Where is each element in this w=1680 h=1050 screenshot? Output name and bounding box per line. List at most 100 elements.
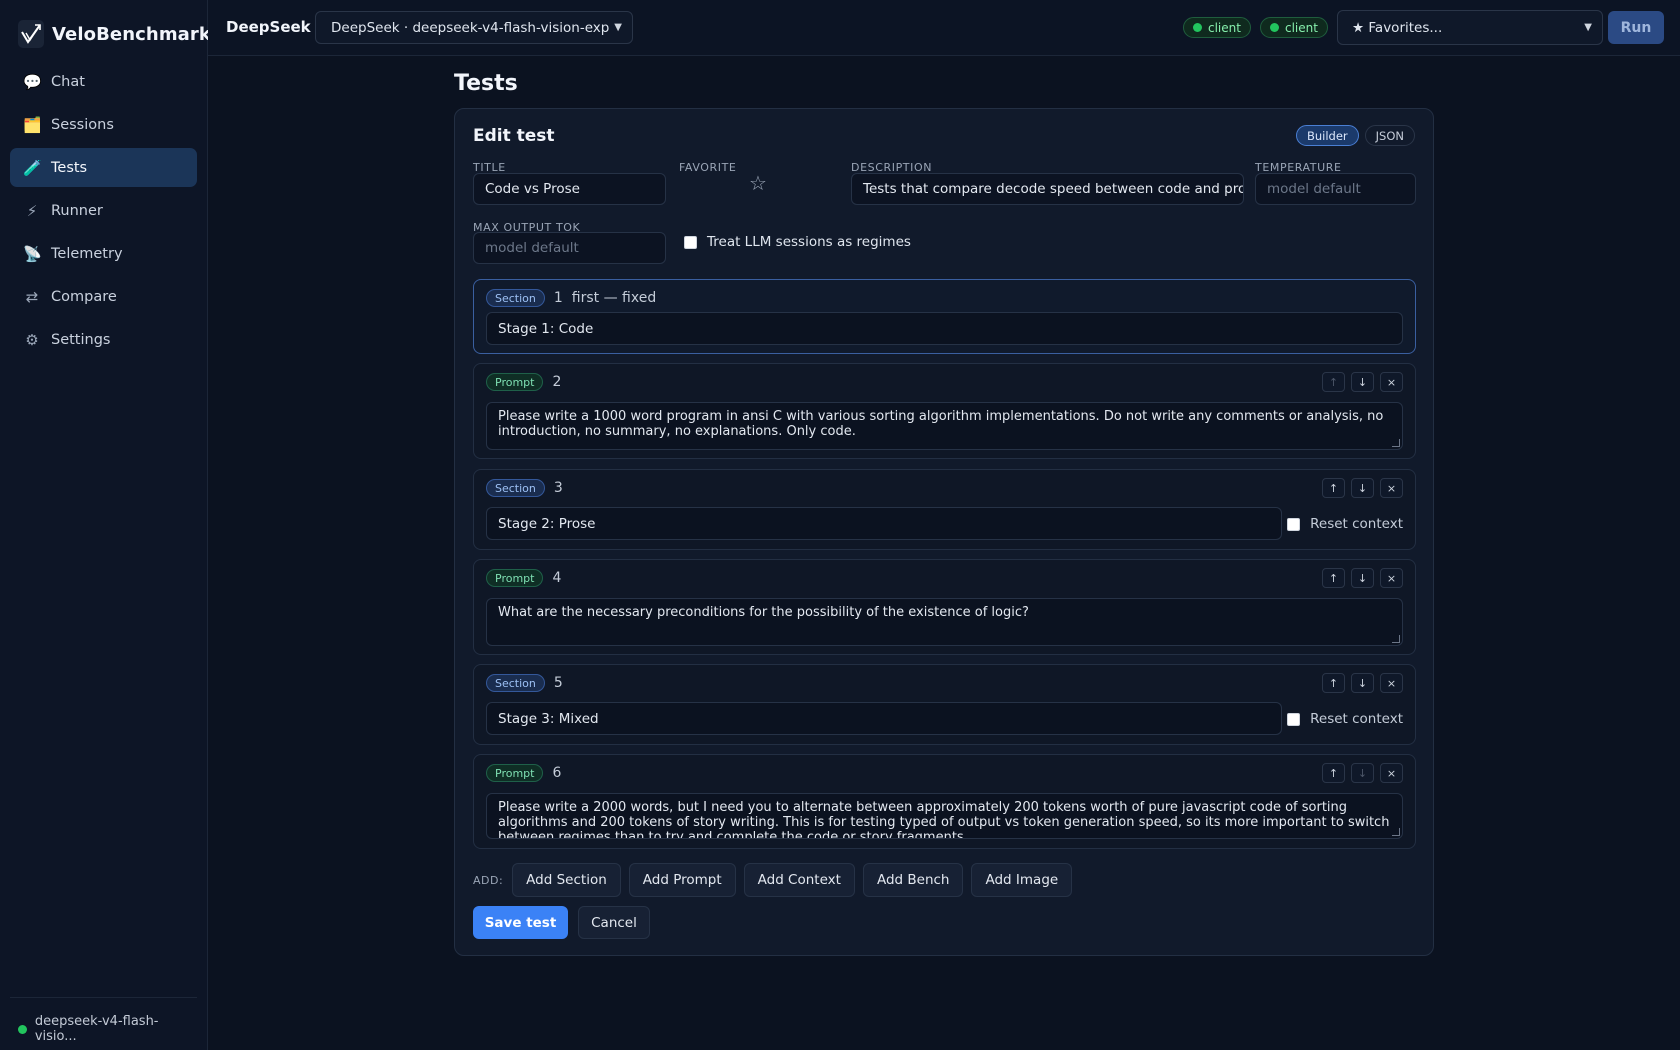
close-icon[interactable]: × (1380, 673, 1403, 693)
reset-context-label: Reset context (1310, 516, 1403, 532)
move-up-icon[interactable]: ↑ (1322, 478, 1345, 498)
resize-handle-icon[interactable] (1392, 439, 1400, 447)
section-title-input[interactable]: Stage 2: Prose (486, 507, 1282, 540)
title-input[interactable]: Code vs Prose (473, 173, 666, 205)
add-section-button[interactable]: Add Section (512, 863, 621, 897)
sidebar-item-label: Settings (51, 331, 111, 348)
builder-mode-button[interactable]: Builder (1295, 125, 1359, 146)
star-icon[interactable]: ☆ (749, 171, 767, 195)
sidebar-item-settings[interactable]: ⚙ Settings (10, 320, 197, 359)
provider-name: DeepSeek (226, 18, 311, 36)
move-up-icon[interactable]: ↑ (1322, 673, 1345, 693)
sidebar-item-label: Telemetry (51, 245, 123, 262)
max-output-input[interactable]: model default (473, 232, 666, 264)
run-button[interactable]: Run (1608, 11, 1664, 44)
resize-handle-icon[interactable] (1392, 635, 1400, 643)
add-prompt-button[interactable]: Add Prompt (628, 863, 736, 897)
status-dot-icon (1270, 23, 1279, 32)
move-up-icon[interactable]: ↑ (1322, 372, 1345, 392)
gear-icon: ⚙ (25, 330, 39, 349)
close-icon[interactable]: × (1380, 763, 1403, 783)
treat-llm-regimes-checkbox[interactable] (684, 235, 697, 249)
prompt-block-6[interactable]: Prompt 6 ↑ ↓ × Please write a 2000 words… (473, 754, 1416, 849)
reset-context-label: Reset context (1310, 711, 1403, 727)
move-down-icon[interactable]: ↓ (1351, 673, 1374, 693)
page-title: Tests (454, 71, 518, 96)
sidebar-item-label: Runner (51, 202, 103, 219)
section-title-input[interactable]: Stage 3: Mixed (486, 702, 1282, 735)
section-title-input[interactable]: Stage 1: Code (486, 312, 1403, 345)
block-index: 3 (553, 480, 563, 496)
favorites-select[interactable]: ★ Favorites... ▼ (1337, 10, 1603, 45)
sidebar-item-label: Chat (51, 73, 85, 90)
resize-handle-icon[interactable] (1392, 828, 1400, 836)
sidebar-item-compare[interactable]: ⇄ Compare (10, 277, 197, 316)
prompt-tag: Prompt (486, 569, 544, 587)
move-down-icon[interactable]: ↓ (1351, 568, 1374, 588)
block-index: 2 (552, 374, 562, 390)
close-icon[interactable]: × (1380, 568, 1403, 588)
add-image-button[interactable]: Add Image (971, 863, 1073, 897)
cancel-button[interactable]: Cancel (578, 906, 650, 939)
close-icon[interactable]: × (1380, 478, 1403, 498)
edit-test-card: Edit test Builder JSON TITLE Code vs Pro… (454, 108, 1434, 956)
description-input[interactable]: Tests that compare decode speed between … (851, 173, 1244, 205)
sidebar-nav: 💬 Chat 🗂️ Sessions 🧪 Tests ⚡ Runner 📡 Te… (10, 62, 197, 363)
move-down-icon[interactable]: ↓ (1351, 763, 1374, 783)
prompt-textarea[interactable]: What are the necessary preconditions for… (486, 598, 1403, 646)
sidebar-item-chat[interactable]: 💬 Chat (10, 62, 197, 101)
chevron-down-icon: ▼ (614, 22, 622, 33)
status-badge-label: client (1208, 20, 1241, 35)
add-block-row: ADD: Add Section Add Prompt Add Context … (473, 863, 1073, 897)
block-index: 5 (553, 675, 563, 691)
chevron-down-icon: ▼ (1584, 22, 1592, 33)
reset-context-row[interactable]: Reset context (1287, 516, 1403, 532)
reset-context-row[interactable]: Reset context (1287, 711, 1403, 727)
save-test-button[interactable]: Save test (473, 906, 568, 939)
reset-context-checkbox[interactable] (1287, 712, 1301, 726)
prompt-block-2[interactable]: Prompt 2 ↑ ↓ × Please write a 1000 word … (473, 363, 1416, 459)
prompt-block-4[interactable]: Prompt 4 ↑ ↓ × What are the necessary pr… (473, 559, 1416, 655)
section-block-1[interactable]: Section 1 first — fixed Stage 1: Code (473, 279, 1416, 354)
move-up-icon[interactable]: ↑ (1322, 568, 1345, 588)
mode-toggle: Builder JSON (1295, 125, 1415, 146)
sidebar-item-runner[interactable]: ⚡ Runner (10, 191, 197, 230)
prompt-text: Please write a 2000 words, but I need yo… (498, 800, 1390, 839)
section-block-5[interactable]: Section 5 ↑ ↓ × Stage 3: Mixed Reset con… (473, 664, 1416, 745)
block-controls: ↑ ↓ × (1322, 478, 1403, 498)
close-icon[interactable]: × (1380, 372, 1403, 392)
status-dot-icon (18, 1024, 27, 1034)
sidebar-footer-model[interactable]: deepseek-v4-flash-visio... (10, 997, 197, 1044)
json-mode-button[interactable]: JSON (1364, 125, 1415, 146)
prompt-textarea[interactable]: Please write a 2000 words, but I need yo… (486, 793, 1403, 839)
move-down-icon[interactable]: ↓ (1351, 478, 1374, 498)
block-header: Prompt 6 (486, 764, 561, 782)
brand[interactable]: VeloBenchmark (18, 18, 211, 50)
block-header: Section 3 (486, 479, 563, 497)
sidebar: VeloBenchmark 💬 Chat 🗂️ Sessions 🧪 Tests… (0, 0, 211, 1050)
treat-llm-regimes-label: Treat LLM sessions as regimes (707, 234, 911, 250)
prompt-text: Please write a 1000 word program in ansi… (498, 409, 1384, 439)
sidebar-item-tests[interactable]: 🧪 Tests (10, 148, 197, 187)
block-controls: ↑ ↓ × (1322, 763, 1403, 783)
add-bench-button[interactable]: Add Bench (862, 863, 964, 897)
prompt-text: What are the necessary preconditions for… (498, 605, 1029, 620)
prompt-textarea[interactable]: Please write a 1000 word program in ansi… (486, 402, 1403, 450)
move-up-icon[interactable]: ↑ (1322, 763, 1345, 783)
block-header: Section 5 (486, 674, 563, 692)
sidebar-item-label: Compare (51, 288, 117, 305)
sidebar-item-sessions[interactable]: 🗂️ Sessions (10, 105, 197, 144)
block-controls: ↑ ↓ × (1322, 568, 1403, 588)
model-select-value: DeepSeek · deepseek-v4-flash-vision-exp (331, 19, 610, 36)
temperature-input[interactable]: model default (1255, 173, 1416, 205)
test-tube-icon: 🧪 (23, 158, 42, 177)
move-down-icon[interactable]: ↓ (1351, 372, 1374, 392)
reset-context-checkbox[interactable] (1287, 517, 1301, 531)
add-context-button[interactable]: Add Context (743, 863, 855, 897)
treat-llm-regimes-row[interactable]: Treat LLM sessions as regimes (684, 234, 911, 250)
brand-name: VeloBenchmark (52, 23, 211, 45)
model-select[interactable]: DeepSeek · deepseek-v4-flash-vision-exp … (315, 11, 633, 44)
section-block-3[interactable]: Section 3 ↑ ↓ × Stage 2: Prose Reset con… (473, 469, 1416, 550)
section-tag: Section (486, 289, 545, 307)
sidebar-item-telemetry[interactable]: 📡 Telemetry (10, 234, 197, 273)
